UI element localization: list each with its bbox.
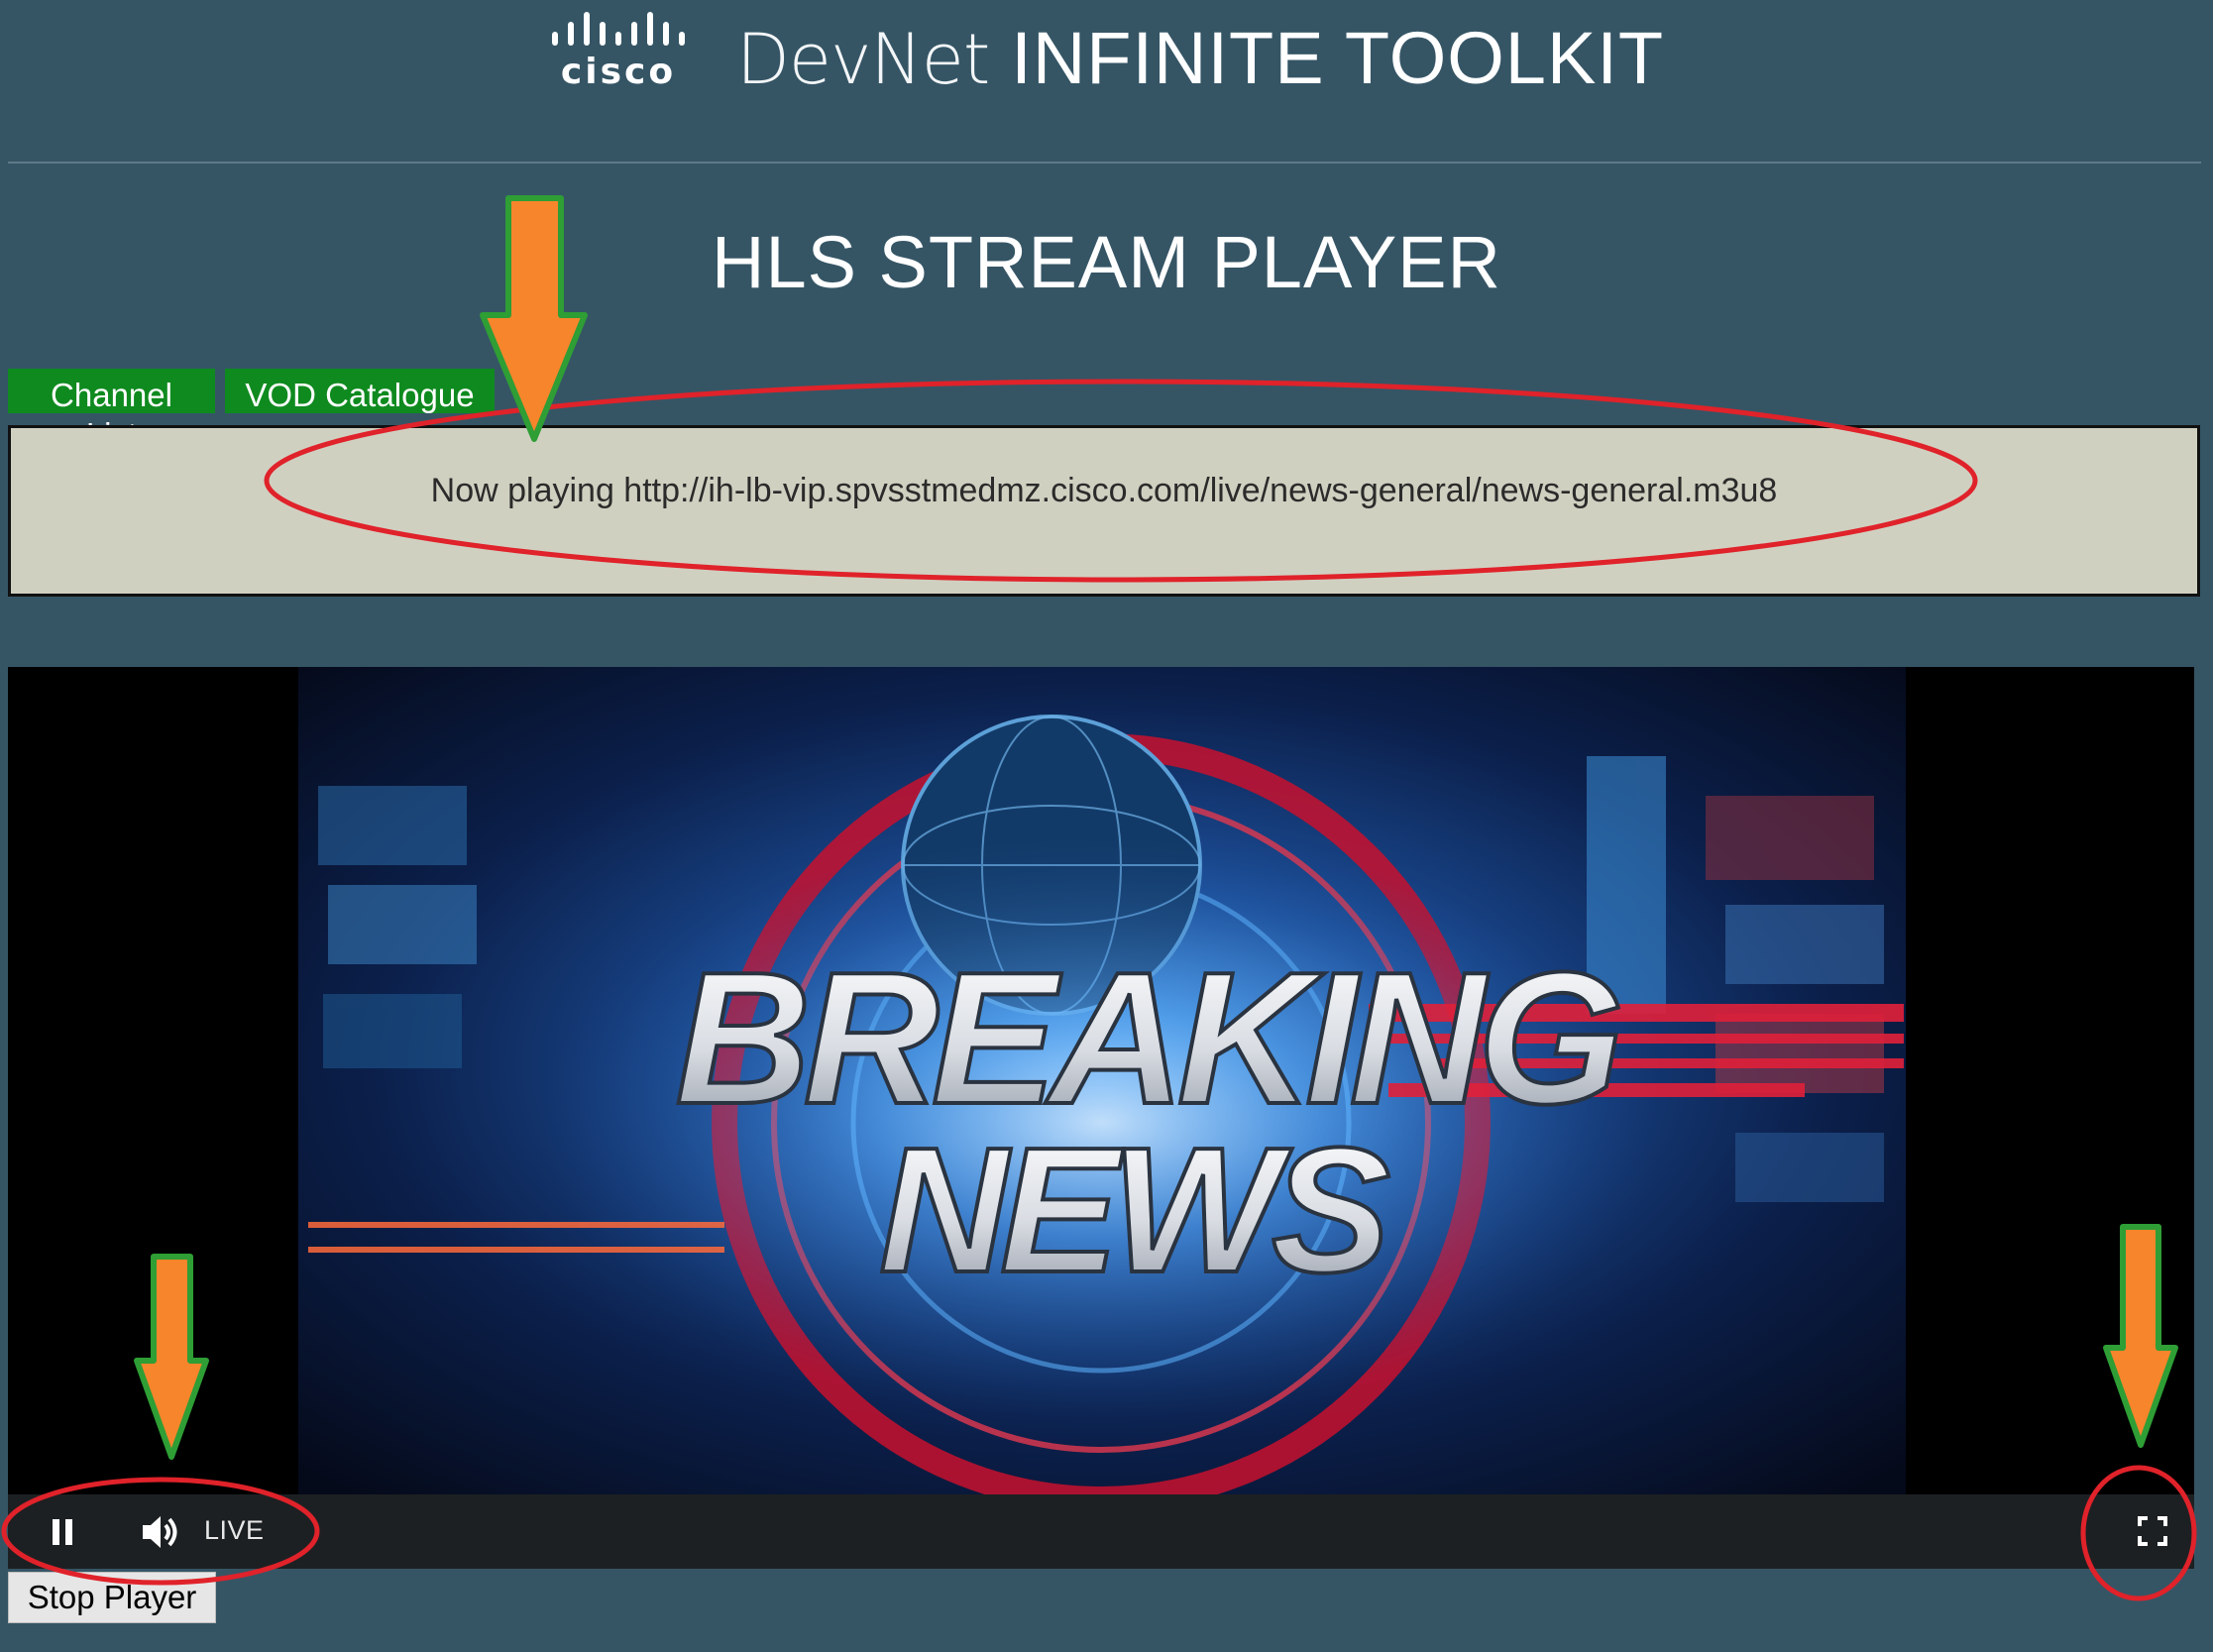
tab-bar: Channel List VOD Catalogue — [8, 369, 495, 453]
pause-button[interactable] — [43, 1512, 82, 1552]
brand-title: DevNet INFINITE TOOLKIT — [736, 16, 1664, 105]
stop-player-button[interactable]: Stop Player — [8, 1572, 216, 1623]
tab-vod-catalogue[interactable]: VOD Catalogue — [225, 369, 495, 413]
cisco-wordmark: cisco — [561, 52, 676, 89]
brand-devnet: DevNet — [736, 19, 990, 100]
fullscreen-icon — [2138, 1516, 2167, 1546]
site-header: cisco DevNet INFINITE TOOLKIT — [0, 0, 2213, 164]
now-playing-url: Now playing http://ih-lb-vip.spvsstmedmz… — [430, 472, 1778, 509]
volume-button[interactable] — [137, 1508, 186, 1556]
cisco-logo: cisco — [552, 12, 685, 89]
breaking-news-video-image: BREAKING NEWS — [298, 667, 1906, 1494]
player-controls-bar: LIVE — [8, 1494, 2194, 1569]
header-divider — [8, 162, 2201, 164]
headline-news: NEWS — [879, 1111, 1389, 1310]
volume-icon — [143, 1516, 177, 1548]
now-playing-panel: Now playing http://ih-lb-vip.spvsstmedmz… — [8, 425, 2200, 597]
live-indicator: LIVE — [204, 1515, 265, 1545]
tab-channel-list[interactable]: Channel List — [8, 369, 215, 453]
fullscreen-button[interactable] — [2132, 1510, 2173, 1552]
video-frame[interactable]: BREAKING NEWS — [298, 667, 1906, 1494]
pause-icon — [53, 1519, 72, 1545]
video-player[interactable]: BREAKING NEWS LIVE — [8, 667, 2194, 1569]
page-title: HLS STREAM PLAYER — [712, 221, 1501, 303]
brand-infinite-toolkit: INFINITE TOOLKIT — [1011, 17, 1665, 99]
